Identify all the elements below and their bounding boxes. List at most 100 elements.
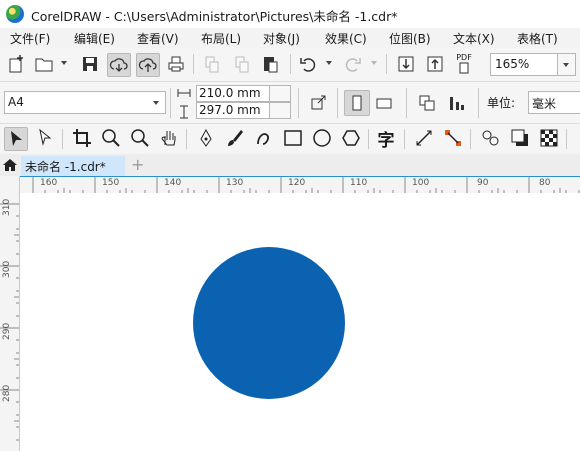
- pan-tool-icon[interactable]: [159, 128, 179, 148]
- units-value: 毫米: [532, 97, 557, 111]
- pdf-label: PDF: [456, 53, 472, 62]
- toolbar-separator: [470, 129, 471, 149]
- toolbar-separator: [566, 129, 567, 149]
- import-icon[interactable]: [396, 54, 416, 74]
- document-tab-label: 未命名 -1.cdr*: [25, 160, 106, 174]
- cloud-download-icon[interactable]: [107, 53, 131, 77]
- undo-icon[interactable]: [298, 54, 318, 74]
- ruler-label: 100: [412, 178, 430, 188]
- menu-text[interactable]: 文本(X): [453, 30, 495, 47]
- new-document-icon[interactable]: [6, 54, 26, 74]
- toolbar-separator: [298, 88, 299, 118]
- menu-view[interactable]: 查看(V): [137, 30, 179, 47]
- menu-object[interactable]: 对象(J): [263, 30, 300, 47]
- connector-tool-icon[interactable]: [443, 128, 463, 148]
- open-dropdown-arrow-icon[interactable]: [61, 61, 67, 65]
- freehand-tool-icon[interactable]: [254, 128, 274, 148]
- cut-icon[interactable]: [202, 54, 222, 74]
- ruler-label: 150: [102, 178, 120, 188]
- chevron-down-icon: [563, 63, 569, 67]
- ruler-label: 140: [164, 178, 182, 188]
- menu-bar: 文件(F) 编辑(E) 查看(V) 布局(L) 对象(J) 效果(C) 位图(B…: [0, 28, 580, 48]
- page-size-select[interactable]: A4: [4, 91, 166, 114]
- parallel-dimension-tool-icon[interactable]: [414, 128, 434, 148]
- toolbar-separator: [404, 129, 405, 149]
- property-bar: A4 210.0 mm 297.0 mm 单位: 毫米: [0, 82, 580, 124]
- units-select[interactable]: 毫米: [528, 91, 580, 114]
- zoom-dropdown-button[interactable]: [557, 53, 576, 76]
- rectangle-tool-icon[interactable]: [283, 128, 303, 148]
- vertical-ruler-ticks: [0, 203, 19, 441]
- text-tool-icon[interactable]: 字: [376, 128, 396, 151]
- toolbar-separator: [406, 88, 407, 118]
- menu-file[interactable]: 文件(F): [10, 30, 50, 47]
- toolbar-separator: [368, 129, 369, 149]
- ruler-label: 160: [40, 178, 58, 188]
- toolbar-separator: [386, 54, 387, 74]
- window-title: CorelDRAW - C:\Users\Administrator\Pictu…: [31, 9, 398, 24]
- ruler-label: 90: [477, 178, 489, 188]
- page-width-value: 210.0 mm: [199, 86, 261, 100]
- standard-toolbar: PDF 165%: [0, 48, 580, 82]
- title-bar: CorelDRAW - C:\Users\Administrator\Pictu…: [0, 0, 580, 28]
- menu-layout[interactable]: 布局(L): [201, 30, 241, 47]
- horizontal-ruler[interactable]: 160 150 140 130 120 110 100 90 80: [19, 176, 580, 194]
- open-folder-icon[interactable]: [34, 54, 54, 74]
- home-icon[interactable]: [2, 157, 18, 173]
- blue-circle-shape[interactable]: [193, 247, 345, 399]
- zoom-level-value: 165%: [495, 57, 530, 71]
- menu-bitmaps[interactable]: 位图(B): [389, 30, 431, 47]
- coreldraw-logo-icon: [6, 5, 24, 23]
- zoom-out-tool-icon[interactable]: [130, 128, 150, 148]
- artistic-media-tool-icon[interactable]: [225, 128, 245, 148]
- page-size-value: A4: [8, 95, 24, 109]
- export-icon[interactable]: [425, 54, 445, 74]
- save-icon[interactable]: [80, 54, 100, 74]
- undo-dropdown-arrow-icon[interactable]: [326, 61, 332, 65]
- page-height-input[interactable]: 297.0 mm: [196, 102, 270, 119]
- drop-shadow-tool-icon[interactable]: [510, 128, 530, 148]
- copy-icon[interactable]: [232, 54, 252, 74]
- transparency-tool-icon[interactable]: [539, 128, 559, 148]
- polygon-tool-icon[interactable]: [341, 128, 361, 148]
- vertical-ruler[interactable]: 310 300 290 280: [0, 176, 20, 451]
- zoom-tool-icon[interactable]: [101, 128, 121, 148]
- zoom-level-field[interactable]: 165%: [490, 53, 558, 76]
- paste-icon[interactable]: [260, 54, 280, 74]
- print-icon[interactable]: [166, 54, 186, 74]
- ruler-label: 290: [2, 322, 12, 340]
- toolbox: 字: [0, 124, 580, 155]
- page-height-icon: [176, 104, 192, 120]
- publish-pdf-icon[interactable]: PDF: [454, 54, 474, 74]
- pick-tool-icon[interactable]: [4, 127, 28, 151]
- toolbar-separator: [186, 129, 187, 149]
- redo-dropdown-arrow-icon[interactable]: [371, 61, 377, 65]
- crop-tool-icon[interactable]: [72, 128, 92, 148]
- menu-table[interactable]: 表格(T): [517, 30, 558, 47]
- page-transform-icon[interactable]: [308, 93, 328, 113]
- chevron-down-icon: [153, 101, 159, 105]
- page-width-icon: [176, 85, 192, 101]
- shape-tool-icon[interactable]: [36, 128, 56, 148]
- ruler-label: 300: [2, 260, 12, 278]
- page-height-spinner[interactable]: [269, 102, 291, 119]
- page-width-input[interactable]: 210.0 mm: [196, 85, 270, 102]
- ruler-label: 110: [350, 178, 368, 188]
- ruler-label: 80: [539, 178, 551, 188]
- toolbar-separator: [193, 54, 194, 74]
- landscape-orientation-icon[interactable]: [374, 93, 394, 113]
- all-pages-icon[interactable]: [417, 93, 437, 113]
- pen-tool-icon[interactable]: [196, 128, 216, 148]
- ellipse-tool-icon[interactable]: [312, 128, 332, 148]
- menu-effects[interactable]: 效果(C): [325, 30, 367, 47]
- redo-icon[interactable]: [343, 54, 363, 74]
- menu-edit[interactable]: 编辑(E): [74, 30, 115, 47]
- ruler-label: 120: [288, 178, 306, 188]
- cloud-upload-icon[interactable]: [136, 53, 160, 77]
- current-page-icon[interactable]: [447, 93, 467, 113]
- page-width-spinner[interactable]: [269, 85, 291, 102]
- add-tab-button[interactable]: +: [131, 155, 144, 174]
- portrait-orientation-icon[interactable]: [344, 90, 370, 116]
- ruler-label: 130: [226, 178, 244, 188]
- blend-tool-icon[interactable]: [481, 128, 501, 148]
